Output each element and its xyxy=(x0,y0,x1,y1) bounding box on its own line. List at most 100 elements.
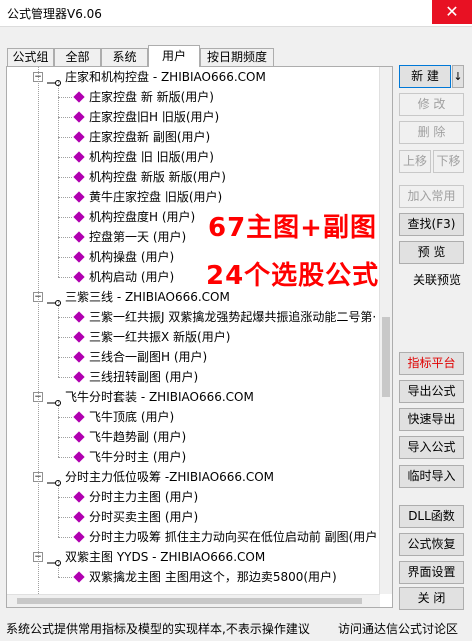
indicator-platform-button[interactable]: 指标平台 xyxy=(399,352,464,375)
window-close-button[interactable]: ✕ xyxy=(432,0,472,24)
tree-leaf-item[interactable]: 三紫一红共振X 新版(用户) xyxy=(7,327,380,347)
tree-leaf-item[interactable]: 分时主力吸筹 抓住主力动向买在低位启动前 副图(用户 xyxy=(7,527,380,547)
tree-leaf-item[interactable]: 三线合一副图H (用户) xyxy=(7,347,380,367)
window-title: 公式管理器V6.06 xyxy=(7,7,102,21)
overlay-text-charts: 67主图+副图 xyxy=(208,213,377,243)
formula-tree[interactable]: − 庄家和机构控盘 - ZHIBIAO666.COM 庄家控盘 新 新版(用户) 庄家… xyxy=(7,67,380,594)
tree-group[interactable]: − 庄家和机构控盘 - ZHIBIAO666.COM xyxy=(7,67,380,87)
horizontal-scrollbar[interactable] xyxy=(7,594,380,607)
formula-diamond-icon xyxy=(73,91,85,103)
close-button[interactable]: 关 闭 xyxy=(399,587,464,610)
tree-group-label: 飞牛分时套装 - ZHIBIAO666.COM xyxy=(65,390,254,404)
import-formula-button[interactable]: 导入公式 xyxy=(399,436,464,459)
formula-diamond-icon xyxy=(73,571,85,583)
group-key-icon xyxy=(47,553,61,566)
forum-link[interactable]: 访问通达信公式讨论区 xyxy=(338,620,458,637)
tab-formula-group[interactable]: 公式组 xyxy=(7,48,54,66)
tree-connector-line xyxy=(58,301,59,377)
tree-branch-line xyxy=(58,497,72,498)
tree-leaf-item[interactable]: 三线扭转副图 (用户) xyxy=(7,367,380,387)
tree-leaf-label: 黄牛庄家控盘 旧版(用户) xyxy=(89,190,223,204)
tree-leaf-item[interactable]: 机构控盘 新版 新版(用户) xyxy=(7,167,380,187)
tree-group[interactable]: − 分时主力低位吸筹 -ZHIBIAO666.COM xyxy=(7,467,380,487)
tree-branch-line xyxy=(58,157,72,158)
tree-leaf-item[interactable]: 分时主力主图 (用户) xyxy=(7,487,380,507)
tree-leaf-label: 控盘第一天 (用户) xyxy=(89,230,187,244)
new-button[interactable]: 新 建 xyxy=(399,65,451,88)
tree-root-line xyxy=(38,67,39,594)
tab-by-date-frequency[interactable]: 按日期频度 xyxy=(200,48,274,66)
tree-branch-line xyxy=(58,377,72,378)
tree-group[interactable]: − 双紫主图 YYDS - ZHIBIAO666.COM xyxy=(7,547,380,567)
tree-leaf-item[interactable]: 飞牛趋势副 (用户) xyxy=(7,427,380,447)
formula-diamond-icon xyxy=(73,171,85,183)
tree-leaf-item[interactable]: 庄家控盘新 副图(用户) xyxy=(7,127,380,147)
tree-leaf-label: 分时主力主图 (用户) xyxy=(89,490,199,504)
group-key-icon xyxy=(47,293,61,306)
quick-export-button[interactable]: 快速导出 xyxy=(399,408,464,431)
formula-diamond-icon xyxy=(73,251,85,263)
formula-diamond-icon xyxy=(73,411,85,423)
vertical-scrollbar[interactable] xyxy=(379,67,392,594)
export-formula-button[interactable]: 导出公式 xyxy=(399,380,464,403)
tree-leaf-label: 双紫擒龙主图 主图用这个，那边卖5800(用户) xyxy=(89,570,337,584)
close-icon: ✕ xyxy=(445,2,459,21)
tree-group-label: 双紫主图 YYDS - ZHIBIAO666.COM xyxy=(65,550,266,564)
tree-leaf-label: 飞牛分时主 (用户) xyxy=(89,450,187,464)
tree-branch-line xyxy=(58,277,72,278)
formula-diamond-icon xyxy=(73,531,85,543)
tree-leaf-label: 分时买卖主图 (用户) xyxy=(89,510,199,524)
delete-button[interactable]: 删 除 xyxy=(399,121,464,144)
tree-branch-line xyxy=(58,197,72,198)
preview-button[interactable]: 预 览 xyxy=(399,241,464,264)
add-to-common-button[interactable]: 加入常用 xyxy=(399,185,464,208)
tree-leaf-item[interactable]: 黄牛庄家控盘 旧版(用户) xyxy=(7,187,380,207)
tab-all[interactable]: 全部 xyxy=(54,48,101,66)
horizontal-scroll-thumb[interactable] xyxy=(17,598,362,604)
tree-branch-line xyxy=(58,457,72,458)
group-key-icon xyxy=(47,473,61,486)
tree-branch-line xyxy=(58,97,72,98)
tree-leaf-label: 飞牛顶底 (用户) xyxy=(89,410,175,424)
tab-system[interactable]: 系统 xyxy=(101,48,148,66)
tree-connector-line xyxy=(58,401,59,457)
modify-button[interactable]: 修 改 xyxy=(399,93,464,116)
dll-function-button[interactable]: DLL函数 xyxy=(399,505,464,528)
formula-diamond-icon xyxy=(73,451,85,463)
formula-diamond-icon xyxy=(73,311,85,323)
status-text: 系统公式提供常用指标及模型的实现样本,不表示操作建议 xyxy=(6,622,310,636)
tree-branch-line xyxy=(58,217,72,218)
tree-leaf-item[interactable]: 飞牛分时主 (用户) xyxy=(7,447,380,467)
restore-formula-button[interactable]: 公式恢复 xyxy=(399,533,464,556)
vertical-scroll-thumb[interactable] xyxy=(382,317,390,397)
tree-branch-line xyxy=(58,117,72,118)
formula-diamond-icon xyxy=(73,211,85,223)
tree-leaf-item[interactable]: 三紫一红共振J 双紫擒龙强势起爆共振追涨动能二号第· xyxy=(7,307,380,327)
ui-settings-button[interactable]: 界面设置 xyxy=(399,561,464,584)
formula-diamond-icon xyxy=(73,231,85,243)
find-button[interactable]: 查找(F3) xyxy=(399,213,464,236)
tree-leaf-label: 庄家控盘旧H 旧版(用户) xyxy=(89,110,220,124)
linked-preview-checkbox[interactable]: 关联预览 xyxy=(413,271,461,288)
temp-import-button[interactable]: 临时导入 xyxy=(399,465,464,488)
tree-leaf-label: 分时主力吸筹 抓住主力动向买在低位启动前 副图(用户 xyxy=(89,530,378,544)
tree-leaf-item[interactable]: 机构控盘 旧 旧版(用户) xyxy=(7,147,380,167)
tree-leaf-label: 三紫一红共振J 双紫擒龙强势起爆共振追涨动能二号第· xyxy=(89,310,377,324)
tree-leaf-item[interactable]: 分时买卖主图 (用户) xyxy=(7,507,380,527)
new-dropdown-button[interactable]: ↓ xyxy=(452,65,464,88)
move-up-button[interactable]: 上移 xyxy=(399,150,431,173)
tree-leaf-item[interactable]: 庄家控盘 新 新版(用户) xyxy=(7,87,380,107)
tab-user[interactable]: 用户 xyxy=(148,45,200,67)
formula-diamond-icon xyxy=(73,191,85,203)
tree-leaf-item[interactable]: 飞牛顶底 (用户) xyxy=(7,407,380,427)
move-down-button[interactable]: 下移 xyxy=(433,150,464,173)
tree-leaf-label: 庄家控盘新 副图(用户) xyxy=(89,130,211,144)
tree-leaf-item[interactable]: 双紫擒龙主图 主图用这个，那边卖5800(用户) xyxy=(7,567,380,587)
tree-branch-line xyxy=(58,437,72,438)
formula-diamond-icon xyxy=(73,271,85,283)
status-bar: 系统公式提供常用指标及模型的实现样本,不表示操作建议 访问通达信公式讨论区 xyxy=(0,612,472,641)
tree-branch-line xyxy=(58,417,72,418)
tree-group[interactable]: − 飞牛分时套装 - ZHIBIAO666.COM xyxy=(7,387,380,407)
tree-leaf-item[interactable]: 庄家控盘旧H 旧版(用户) xyxy=(7,107,380,127)
tree-branch-line xyxy=(58,137,72,138)
